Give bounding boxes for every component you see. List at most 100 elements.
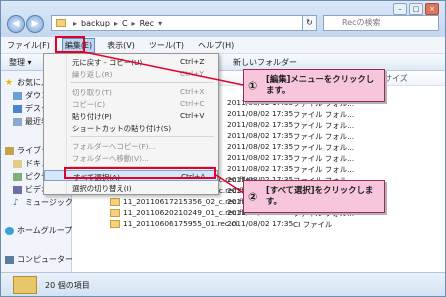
edit-menu-item[interactable]: 貼り付け(P) Ctrl+V xyxy=(44,110,218,121)
edit-menu-item: フォルダーへ移動(V)... xyxy=(44,152,218,163)
file-type: ファイル フォル... xyxy=(293,154,355,163)
close-button[interactable]: × xyxy=(425,3,439,15)
breadcrumb-separator-icon: ▸ xyxy=(131,18,136,28)
edit-menu-item: 切り取り(T) Ctrl+X xyxy=(44,86,218,97)
menu-item-label: 貼り付け(P) xyxy=(72,112,112,121)
file-type: ファイル フォル... xyxy=(293,143,355,152)
edit-menu-item[interactable]: ショートカットの貼り付け(S) xyxy=(44,122,218,133)
nav-computer[interactable]: コンピューター xyxy=(5,254,73,265)
nav-music[interactable]: ♪ ミュージック xyxy=(13,197,73,208)
highlight-edit-menu xyxy=(55,36,85,53)
forward-button[interactable]: ▶ xyxy=(26,15,44,33)
edit-menu-item: コピー(C) Ctrl+C xyxy=(44,98,218,109)
file-date: 2011/08/02 17:35 xyxy=(227,131,294,140)
star-icon: ★ xyxy=(5,77,14,88)
folder-icon xyxy=(110,209,120,217)
nav-homegroup[interactable]: ホームグループ xyxy=(5,225,72,236)
breadcrumb-rec[interactable]: Rec xyxy=(140,19,155,28)
item-count: 20 個の項目 xyxy=(45,281,90,290)
menu-item-shortcut: Ctrl+Y xyxy=(180,69,204,78)
file-date: 2011/08/02 17:35 xyxy=(227,153,294,162)
video-icon xyxy=(13,185,22,194)
breadcrumb-separator-icon: ▸ xyxy=(113,18,118,28)
organize-button[interactable]: 整理 ▾ xyxy=(9,57,32,68)
edit-menu-item[interactable]: 選択の切り替え(I) xyxy=(44,182,218,193)
pictures-icon xyxy=(13,172,22,181)
homegroup-icon xyxy=(5,226,14,235)
window-controls: – □ × xyxy=(393,3,439,15)
breadcrumb-c[interactable]: C xyxy=(122,19,128,28)
menu-tools[interactable]: ツール(T) xyxy=(147,39,186,52)
back-arrow-icon: ◀ xyxy=(12,19,20,29)
file-date: 2011/08/02 17:35 xyxy=(227,142,294,151)
file-type: ファイル フォル... xyxy=(293,121,355,130)
search-input[interactable]: Recの検索 xyxy=(323,15,439,31)
refresh-icon: ↻ xyxy=(306,18,313,27)
file-name: 11_20110606175955_01.rec.ci xyxy=(110,219,237,228)
folder-icon xyxy=(110,220,120,228)
menu-file[interactable]: ファイル(F) xyxy=(5,39,52,52)
folder-icon xyxy=(56,19,66,27)
computer-icon xyxy=(5,255,14,264)
music-icon: ♪ xyxy=(13,197,19,208)
search-placeholder: Recの検索 xyxy=(342,18,381,27)
file-date: 2011/08/02 17:35 xyxy=(227,120,294,129)
documents-icon xyxy=(13,159,22,168)
menu-item-shortcut: Ctrl+V xyxy=(180,111,205,120)
nav-label: ホームグループ xyxy=(17,226,73,235)
menu-item-label: 選択の切り替え(I) xyxy=(72,184,132,193)
nav-label: ミュージック xyxy=(25,198,73,207)
file-type: CI ファイル xyxy=(293,220,333,229)
refresh-button[interactable]: ↻ xyxy=(303,15,317,31)
forward-arrow-icon: ▶ xyxy=(31,19,39,29)
file-date: 2011/08/02 17:35 xyxy=(227,219,294,228)
back-button[interactable]: ◀ xyxy=(7,15,25,33)
menu-separator xyxy=(70,82,214,83)
file-name-text: 11_20110606175955_01.rec.ci xyxy=(123,219,238,228)
status-bar: 20 個の項目 xyxy=(1,272,445,296)
menu-item-label: コピー(C) xyxy=(72,100,106,109)
callout-2: ② [すべて選択]をクリックします。 xyxy=(243,180,385,213)
file-type: ファイル フォル... xyxy=(293,110,355,119)
edit-menu-item: フォルダーへコピー(F)... xyxy=(44,140,218,151)
file-type: ファイル フォル... xyxy=(293,165,355,174)
menu-view[interactable]: 表示(V) xyxy=(105,39,137,52)
menu-item-label: 元に戻す - コピー(U) xyxy=(72,58,143,67)
menu-item-label: ショートカットの貼り付け(S) xyxy=(72,124,172,133)
menu-item-label: 切り取り(T) xyxy=(72,88,112,97)
menu-item-label: 繰り返し(R) xyxy=(72,70,113,79)
menu-item-label: フォルダーへ移動(V)... xyxy=(72,154,149,163)
file-type: ファイル フォル... xyxy=(293,132,355,141)
edit-menu-item[interactable]: 元に戻す - コピー(U) Ctrl+Z xyxy=(44,56,218,67)
callout-number: ② xyxy=(248,190,258,203)
folder-icon xyxy=(110,198,120,206)
address-bar[interactable]: ▸ backup ▸ C ▸ Rec ▾ xyxy=(51,15,303,31)
menu-separator xyxy=(70,136,214,137)
nav-label: コンピューター xyxy=(17,255,73,264)
desktop-icon xyxy=(13,104,22,113)
table-row[interactable]: 11_20110606175955_01.rec.ci 2011/08/02 17… xyxy=(72,219,445,230)
file-date: 2011/08/02 17:35 xyxy=(227,164,294,173)
edit-menu-item: 繰り返し(R) Ctrl+Y xyxy=(44,68,218,79)
menu-help[interactable]: ヘルプ(H) xyxy=(196,39,236,52)
menu-item-shortcut: Ctrl+Z xyxy=(180,57,205,66)
column-size[interactable]: サイズ xyxy=(384,73,408,84)
breadcrumb-separator-icon: ▸ xyxy=(73,18,78,28)
library-icon xyxy=(5,146,14,155)
download-folder-icon xyxy=(13,91,22,100)
menu-item-shortcut: Ctrl+C xyxy=(180,99,205,108)
callout-1: ① [編集]メニューをクリックします。 xyxy=(243,69,385,102)
maximize-button[interactable]: □ xyxy=(409,3,423,15)
minimize-button[interactable]: – xyxy=(393,3,407,15)
callout-text: [編集]メニューをクリックします。 xyxy=(266,74,375,95)
folder-icon xyxy=(13,276,37,294)
chevron-down-icon[interactable]: ▾ xyxy=(158,19,162,28)
menu-item-label: フォルダーへコピー(F)... xyxy=(72,142,156,151)
new-folder-button[interactable]: 新しいフォルダー xyxy=(233,57,297,68)
highlight-select-all xyxy=(64,167,216,179)
callout-text: [すべて選択]をクリックします。 xyxy=(266,185,374,206)
file-date: 2011/08/02 17:35 xyxy=(227,109,294,118)
recent-places-icon xyxy=(13,117,22,126)
breadcrumb-backup[interactable]: backup xyxy=(81,19,110,28)
title-bar: – □ × ◀ ▶ ▸ backup ▸ C ▸ Rec ▾ ↻ Recの検索 xyxy=(1,1,445,37)
